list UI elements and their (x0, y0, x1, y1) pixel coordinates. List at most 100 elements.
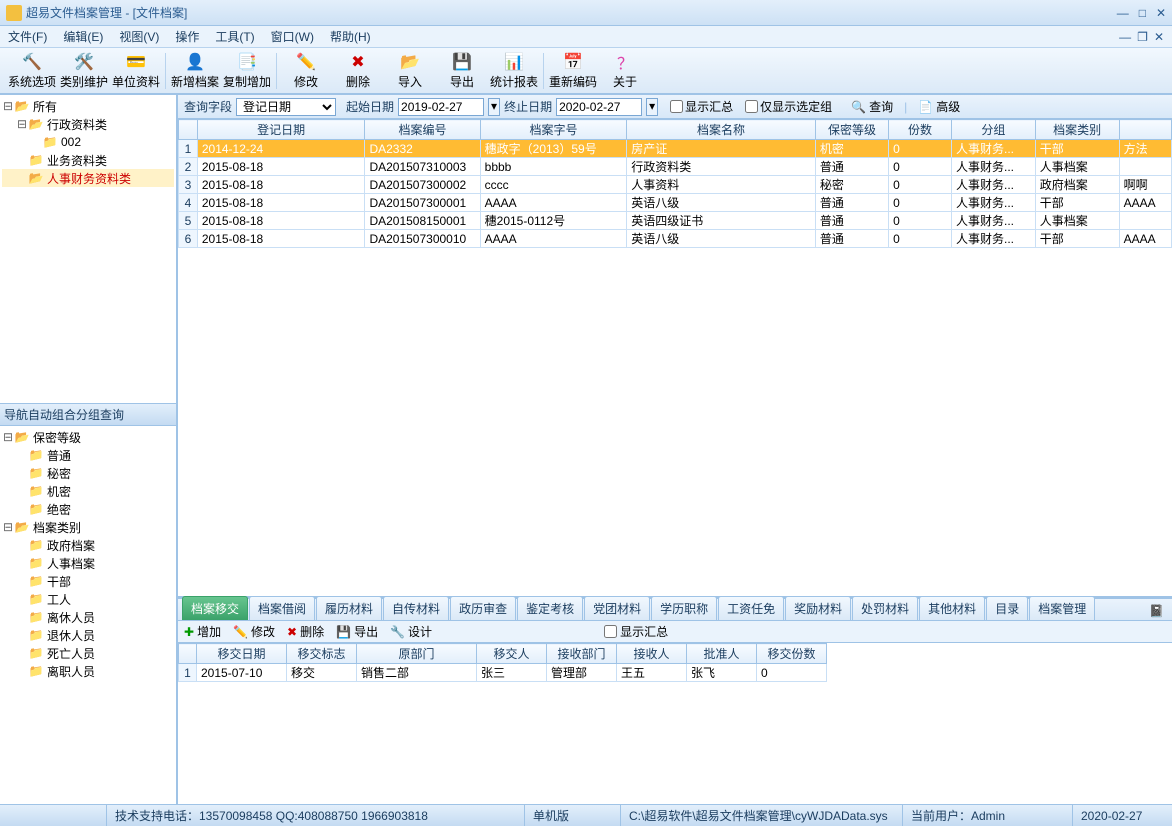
category-tree[interactable]: ⊟📂所有 ⊟📂行政资料类 📁002 📁业务资料类 📂人事财务资料类 (0, 95, 176, 403)
main-grid[interactable]: 登记日期档案编号档案字号档案名称保密等级份数分组档案类别 12014-12-24… (178, 119, 1172, 248)
detail-tab[interactable]: 其他材料 (919, 596, 985, 620)
tree-item[interactable]: 政府档案 (47, 537, 95, 554)
menu-help[interactable]: 帮助(H) (330, 28, 371, 45)
start-date-input[interactable] (398, 98, 484, 116)
tb-export[interactable]: 💾导出 (436, 50, 488, 92)
menu-tools[interactable]: 工具(T) (215, 28, 254, 45)
tree-item[interactable]: 离职人员 (47, 663, 95, 680)
tree-item[interactable]: 普通 (47, 447, 71, 464)
col-header[interactable]: 批准人 (687, 644, 757, 664)
detail-tab[interactable]: 履历材料 (316, 596, 382, 620)
tree-group[interactable]: 保密等级 (33, 429, 81, 446)
end-date-input[interactable] (556, 98, 642, 116)
tb-unit[interactable]: 💳单位资料 (110, 50, 162, 92)
tree-item[interactable]: 工人 (47, 591, 71, 608)
tree-item[interactable]: 离休人员 (47, 609, 95, 626)
col-header[interactable]: 档案字号 (480, 120, 627, 140)
detail-tab[interactable]: 自传材料 (383, 596, 449, 620)
menu-view[interactable]: 视图(V) (119, 28, 159, 45)
detail-tab[interactable]: 党团材料 (584, 596, 650, 620)
mdi-restore[interactable]: ❐ (1137, 30, 1148, 44)
detail-tab[interactable]: 处罚材料 (852, 596, 918, 620)
mdi-minimize[interactable]: — (1119, 30, 1131, 44)
col-header[interactable]: 原部门 (357, 644, 477, 664)
tb-catmaint[interactable]: 🛠️类别维护 (58, 50, 110, 92)
col-header[interactable]: 移交人 (477, 644, 547, 664)
col-header[interactable] (1119, 120, 1171, 140)
menu-operate[interactable]: 操作 (175, 28, 199, 45)
detail-tab[interactable]: 目录 (986, 596, 1028, 620)
notebook-icon[interactable]: 📓 (1145, 602, 1168, 620)
tree-toggle[interactable]: ⊟ (2, 520, 14, 534)
tree-item-selected[interactable]: 人事财务资料类 (47, 170, 131, 187)
menu-window[interactable]: 窗口(W) (271, 28, 314, 45)
col-header[interactable]: 档案类别 (1035, 120, 1119, 140)
tb-report[interactable]: 📊统计报表 (488, 50, 540, 92)
detail-tab[interactable]: 奖励材料 (785, 596, 851, 620)
table-row[interactable]: 32015-08-18DA201507300002cccc人事资料秘密0人事财务… (179, 176, 1172, 194)
tree-item[interactable]: 002 (61, 135, 81, 149)
tb-about[interactable]: ？关于 (599, 50, 651, 92)
col-header[interactable]: 接收人 (617, 644, 687, 664)
st-export[interactable]: 💾导出 (336, 623, 378, 640)
minimize-button[interactable]: — (1117, 6, 1129, 20)
tree-item[interactable]: 绝密 (47, 501, 71, 518)
tb-recode[interactable]: 📅重新编码 (547, 50, 599, 92)
detail-grid[interactable]: 移交日期移交标志原部门移交人接收部门接收人批准人移交份数 12015-07-10… (178, 643, 827, 682)
maximize-button[interactable]: □ (1139, 6, 1146, 20)
tree-item[interactable]: 人事档案 (47, 555, 95, 572)
col-header[interactable]: 档案编号 (365, 120, 480, 140)
table-row[interactable]: 42015-08-18DA201507300001AAAA英语八级普通0人事财务… (179, 194, 1172, 212)
tb-copyadd[interactable]: 📑复制增加 (221, 50, 273, 92)
tb-sysopt[interactable]: 🔨系统选项 (6, 50, 58, 92)
dropdown-icon[interactable]: ▾ (646, 98, 658, 116)
tree-item[interactable]: 干部 (47, 573, 71, 590)
detail-grid-wrap[interactable]: 移交日期移交标志原部门移交人接收部门接收人批准人移交份数 12015-07-10… (178, 643, 1172, 804)
tb-newrec[interactable]: 👤新增档案 (169, 50, 221, 92)
tree-toggle[interactable]: ⊟ (16, 117, 28, 131)
only-selgrp-check[interactable]: 仅显示选定组 (745, 100, 832, 113)
menu-file[interactable]: 文件(F) (8, 28, 47, 45)
show-summary-check[interactable]: 显示汇总 (670, 98, 733, 115)
query-button[interactable]: 🔍查询 (844, 96, 900, 117)
detail-tab[interactable]: 学历职称 (651, 596, 717, 620)
tb-delete[interactable]: ✖删除 (332, 50, 384, 92)
col-header[interactable]: 移交日期 (197, 644, 287, 664)
close-button[interactable]: ✕ (1156, 6, 1166, 20)
detail-summary-check[interactable]: 显示汇总 (604, 623, 668, 640)
main-grid-wrap[interactable]: 登记日期档案编号档案字号档案名称保密等级份数分组档案类别 12014-12-24… (178, 119, 1172, 596)
tb-modify[interactable]: ✏️修改 (280, 50, 332, 92)
field-select[interactable]: 登记日期 (236, 98, 336, 116)
menu-edit[interactable]: 编辑(E) (63, 28, 103, 45)
tree-item[interactable]: 行政资料类 (47, 116, 107, 133)
advanced-button[interactable]: 📄高级 (911, 96, 967, 117)
table-row[interactable]: 12015-07-10移交销售二部张三管理部王五张飞0 (179, 664, 827, 682)
table-row[interactable]: 22015-08-18DA201507310003bbbb行政资料类普通0人事财… (179, 158, 1172, 176)
tree-root[interactable]: 所有 (33, 98, 57, 115)
tree-item[interactable]: 秘密 (47, 465, 71, 482)
st-add[interactable]: ✚增加 (184, 623, 221, 640)
col-header[interactable]: 份数 (889, 120, 952, 140)
col-header[interactable]: 移交标志 (287, 644, 357, 664)
detail-tab[interactable]: 鉴定考核 (517, 596, 583, 620)
table-row[interactable]: 12014-12-24DA2332穗政字（2013）59号房产证机密0人事财务.… (179, 140, 1172, 158)
tree-item[interactable]: 死亡人员 (47, 645, 95, 662)
detail-tab[interactable]: 政历审查 (450, 596, 516, 620)
col-header[interactable]: 接收部门 (547, 644, 617, 664)
st-design[interactable]: 🔧设计 (390, 623, 432, 640)
tb-import[interactable]: 📂导入 (384, 50, 436, 92)
col-header[interactable]: 分组 (951, 120, 1035, 140)
tree-toggle[interactable]: ⊟ (2, 99, 14, 113)
tree-group[interactable]: 档案类别 (33, 519, 81, 536)
table-row[interactable]: 62015-08-18DA201507300010AAAA英语八级普通0人事财务… (179, 230, 1172, 248)
tree-item[interactable]: 业务资料类 (47, 152, 107, 169)
col-header[interactable]: 保密等级 (815, 120, 888, 140)
tree-item[interactable]: 退休人员 (47, 627, 95, 644)
col-header[interactable]: 移交份数 (757, 644, 827, 664)
detail-tab[interactable]: 档案管理 (1029, 596, 1095, 620)
filter-tree[interactable]: ⊟📂保密等级 📁普通📁秘密📁机密📁绝密 ⊟📂档案类别 📁政府档案📁人事档案📁干部… (0, 426, 176, 804)
dropdown-icon[interactable]: ▾ (488, 98, 500, 116)
detail-tab[interactable]: 档案移交 (182, 596, 248, 620)
detail-tab[interactable]: 档案借阅 (249, 596, 315, 620)
detail-tab[interactable]: 工资任免 (718, 596, 784, 620)
